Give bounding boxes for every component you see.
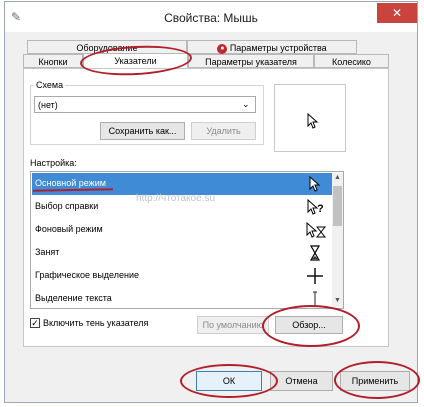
pointer-list[interactable]: Основной режим Выбор справки? Фоновый режи… <box>30 171 344 309</box>
title-bar: ✎ Свойства: Мышь ✕ <box>5 2 417 32</box>
list-item-label: Занят <box>35 247 60 257</box>
svg-text:?: ? <box>317 203 324 215</box>
scheme-selected-value: (нет) <box>38 100 58 110</box>
list-item[interactable]: Графическое выделение <box>32 265 332 287</box>
tab-pointer-options[interactable]: Параметры указателя <box>188 54 314 68</box>
tab-device-settings-label: Параметры устройства <box>229 43 327 53</box>
save-as-button[interactable]: Сохранить как... <box>100 122 185 140</box>
pointer-shadow-checkbox[interactable]: ✓ <box>30 318 40 328</box>
cursor-preview <box>274 84 346 152</box>
arrow-cursor-icon <box>309 175 321 192</box>
browse-button[interactable]: Обзор... <box>275 316 343 334</box>
close-button[interactable]: ✕ <box>377 3 417 23</box>
chevron-down-icon: ⌄ <box>242 99 250 109</box>
ok-button[interactable]: ОК <box>196 371 262 391</box>
scroll-up-icon[interactable]: ▲ <box>334 174 341 181</box>
working-in-background-cursor-icon <box>306 221 327 238</box>
apply-button[interactable]: Применить <box>340 371 410 391</box>
list-item-label: Выбор справки <box>35 201 99 211</box>
scheme-label: Схема <box>34 80 66 90</box>
list-item-label: Основной режим <box>35 178 106 188</box>
help-cursor-icon: ? <box>307 198 324 215</box>
list-item[interactable]: Выделение текста <box>32 288 332 308</box>
tab-buttons[interactable]: Кнопки <box>23 54 83 68</box>
scheme-dropdown[interactable]: (нет) ⌄ <box>34 96 256 113</box>
delete-button[interactable]: Удалить <box>191 122 256 140</box>
precision-cross-icon <box>307 268 323 284</box>
customize-label: Настройка: <box>30 158 77 168</box>
pointer-shadow-label: Включить тень указателя <box>43 318 149 328</box>
use-default-button[interactable]: По умолчанию <box>197 316 269 334</box>
watermark-text: http://чтотакое.su <box>136 193 216 204</box>
checkmark-icon: ✓ <box>31 318 39 328</box>
list-item[interactable]: Фоновый режим <box>32 219 332 241</box>
list-item[interactable]: Основной режим <box>32 173 332 195</box>
tab-pointers[interactable]: Указатели <box>83 53 188 69</box>
text-ibeam-icon <box>313 291 317 307</box>
tab-hardware[interactable]: Оборудование <box>27 40 187 54</box>
scroll-down-icon[interactable]: ▼ <box>334 297 341 304</box>
scroll-thumb[interactable] <box>333 186 342 226</box>
tab-wheel[interactable]: Колесико <box>314 54 389 68</box>
list-item-label: Выделение текста <box>35 293 112 303</box>
list-item[interactable]: Занят <box>32 242 332 264</box>
list-item-label: Фоновый режим <box>35 224 103 234</box>
list-item-label: Графическое выделение <box>35 270 140 280</box>
arrow-cursor-icon <box>307 113 319 129</box>
busy-hourglass-icon <box>309 245 321 261</box>
window-title: Свойства: Мышь <box>164 11 258 25</box>
cancel-button[interactable]: Отмена <box>270 371 333 391</box>
device-brand-icon: ● <box>217 43 228 54</box>
tab-device-settings[interactable]: ● Параметры устройства <box>187 40 357 54</box>
